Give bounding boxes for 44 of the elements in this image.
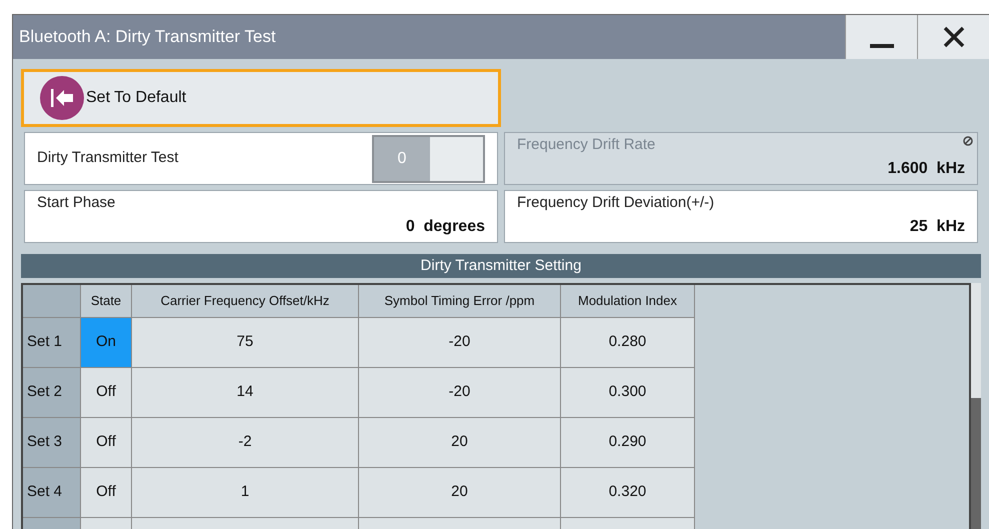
table-cell[interactable]: 0.300	[561, 368, 695, 418]
row-header: Set 1	[23, 318, 81, 368]
disabled-icon	[963, 136, 973, 146]
table-cell[interactable]: -2	[132, 418, 359, 468]
table-cell[interactable]: Off	[81, 468, 132, 518]
column-header: Modulation Index	[561, 285, 695, 318]
table-cell[interactable]: 20	[359, 418, 561, 468]
table-cell[interactable]: 1	[132, 468, 359, 518]
section-header: Dirty Transmitter Setting	[21, 254, 981, 278]
field-label: Frequency Drift Deviation(+/-)	[517, 193, 714, 213]
table-cell[interactable]: Off	[81, 418, 132, 468]
column-header: State	[81, 285, 132, 318]
close-button[interactable]	[917, 15, 989, 59]
field-label: Start Phase	[37, 193, 116, 213]
row-header: Set 2	[23, 368, 81, 418]
table-cell[interactable]: -20	[359, 368, 561, 418]
column-header: Symbol Timing Error /ppm	[359, 285, 561, 318]
field-value: 0 degrees	[406, 217, 485, 237]
table-cell[interactable]: On	[81, 318, 132, 368]
field-label: Frequency Drift Rate	[517, 135, 656, 155]
table-cell[interactable]: Off	[81, 368, 132, 418]
column-header: Carrier Frequency Offset/kHz	[132, 285, 359, 318]
value-field[interactable]: Start Phase 0 degrees	[24, 190, 498, 243]
table-cell[interactable]: 14	[132, 368, 359, 418]
table-cell[interactable]: -20	[359, 318, 561, 368]
scrollbar[interactable]	[971, 283, 981, 529]
field-value: 1.600 kHz	[888, 159, 965, 179]
table-cell[interactable]: 0.290	[561, 418, 695, 468]
window-title: Bluetooth A: Dirty Transmitter Test	[19, 26, 277, 48]
corner-cell	[23, 285, 81, 318]
field-label: Dirty Transmitter Test	[37, 148, 178, 168]
minimize-icon	[870, 44, 894, 48]
minimize-button[interactable]	[845, 15, 917, 59]
table-cell[interactable]: 20	[359, 468, 561, 518]
table-cell[interactable]: 0.320	[561, 468, 695, 518]
row-header: Set 4	[23, 468, 81, 518]
table-cell[interactable]: 0.280	[561, 318, 695, 368]
value-field[interactable]: Frequency Drift Deviation(+/-) 25 kHz	[504, 190, 978, 243]
toggle-field[interactable]: Dirty Transmitter Test 0	[24, 132, 498, 185]
set-to-default-button[interactable]: Set To Default	[21, 69, 501, 127]
table-cell[interactable]: 75	[132, 318, 359, 368]
field-value: 25 kHz	[910, 217, 965, 237]
close-icon	[942, 26, 964, 48]
row-header: Set 3	[23, 418, 81, 468]
